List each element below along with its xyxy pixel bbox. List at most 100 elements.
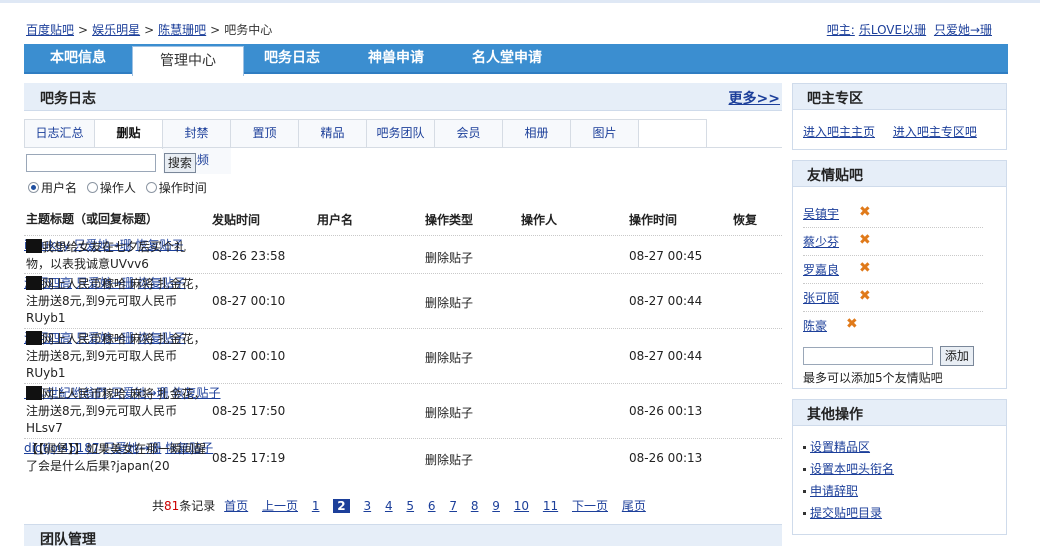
tab-beast-apply[interactable]: 神兽申请 [340,44,452,72]
page-link[interactable]: 7 [449,499,457,513]
top-border [0,0,1040,3]
close-icon[interactable]: ✖ [859,204,871,220]
radio-label: 操作时间 [158,181,207,195]
row-title: 网上人民币稼哈 麻将 扎金花，注册送8元,到9元可取人民币 RUyb1 [26,276,208,327]
search-button[interactable]: 搜索 [163,153,196,173]
set-featured-link[interactable]: 设置精品区 [810,440,870,454]
table-row: 我想给女友在七夕后买个礼物，以表我诚意UVvv6 08-26 23:58 ish… [24,235,782,273]
close-icon[interactable]: ✖ [859,288,871,304]
subtab-summary[interactable]: 日志汇总 [25,120,95,147]
friend-bar-link[interactable]: 罗嘉良 [803,261,839,278]
subtab-images[interactable]: 图片 [571,120,639,147]
owner-label[interactable]: 吧主: [827,23,855,37]
friend-bar-link[interactable]: 陈豪 [803,317,827,334]
tab-admin-log[interactable]: 吧务日志 [244,44,340,72]
friend-bar-link[interactable]: 吴镇宇 [803,205,839,222]
bullet-icon [803,512,806,515]
subtab-albums[interactable]: 相册 [503,120,571,147]
row-post-time: 08-26 23:58 [212,249,286,263]
table-row: 【【碉堡】】如果美女在那一瞬间醒了会是什么后果?japan(20 08-25 1… [24,438,782,478]
radio-username[interactable] [28,182,39,193]
current-page: 2 [333,499,350,513]
first-page-link[interactable]: 首页 [224,499,248,513]
row-post-time: 08-25 17:19 [212,451,286,465]
breadcrumb-separator: > [210,23,221,37]
table-row: 网上人民币稼哈 麻将 扎金花，注册送8元,到9元可取人民币 RUyb1 08-2… [24,328,782,383]
bullet-icon [803,446,806,449]
page-link[interactable]: 11 [543,499,558,513]
page-link[interactable]: 10 [514,499,529,513]
redaction-block [26,239,42,253]
friend-bar-item: 罗嘉良 ✖ [803,256,983,284]
page-link[interactable]: 5 [406,499,414,513]
breadcrumb-link[interactable]: 娱乐明星 [92,23,140,37]
redaction-block [26,276,42,290]
list-item: 提交贴吧目录 [803,502,1006,524]
next-page-link[interactable]: 下一页 [572,499,608,513]
subtab-top[interactable]: 置顶 [231,120,299,147]
col-operator: 操作人 [521,213,558,227]
close-icon[interactable]: ✖ [859,232,871,248]
more-link[interactable]: 更多>> [729,88,780,108]
row-op-type: 删除贴子 [425,351,474,365]
panel-title: 友情贴吧 [793,161,1006,187]
row-op-type: 删除贴子 [425,251,474,265]
subtab-ban[interactable]: 封禁 [163,120,231,147]
friend-bar-link[interactable]: 蔡少芬 [803,233,839,250]
search-input[interactable] [26,154,156,172]
breadcrumb-separator: > [78,23,89,37]
close-icon[interactable]: ✖ [846,316,858,332]
close-icon[interactable]: ✖ [859,260,871,276]
row-post-time: 08-27 00:10 [212,349,286,363]
col-restore: 恢复 [733,213,758,227]
row-op-type: 删除贴子 [425,406,474,420]
radio-operator[interactable] [86,182,98,193]
other-ops-panel: 其他操作 设置精品区 设置本吧头衔名 申请辞职 提交贴吧目录 [792,399,1007,535]
search-type-radios: 用户名 操作人 操作时间 [28,179,213,196]
col-post-time: 发贴时间 [212,213,261,227]
friend-bar-item: 吴镇宇 ✖ [803,200,983,228]
friend-bar-hint: 最多可以添加5个友情贴吧 [803,371,943,385]
page-link[interactable]: 9 [492,499,500,513]
panel-title: 吧务日志 [40,91,96,107]
owner-link[interactable]: 只爱她→珊 [934,23,992,37]
subtab-delete[interactable]: 删贴 [95,120,163,149]
breadcrumb-link[interactable]: 百度贴吧 [26,23,74,37]
breadcrumb-link[interactable]: 陈慧珊吧 [158,23,206,37]
owner-zone-link[interactable]: 进入吧主专区吧 [893,125,977,139]
owner-link[interactable]: 乐LOVE以珊 [859,23,926,37]
tab-hall-of-fame-apply[interactable]: 名人堂申请 [452,44,562,72]
submit-directory-link[interactable]: 提交贴吧目录 [810,506,882,520]
set-title-name-link[interactable]: 设置本吧头衔名 [810,462,894,476]
row-title: 我想给女友在七夕后买个礼物，以表我诚意UVvv6 [26,239,208,273]
resign-link[interactable]: 申请辞职 [810,484,858,498]
subtab-members[interactable]: 会员 [435,120,503,147]
page-link[interactable]: 8 [471,499,479,513]
page-link[interactable]: 4 [385,499,393,513]
prev-page-link[interactable]: 上一页 [262,499,298,513]
main-nav: 本吧信息 管理中心 吧务日志 神兽申请 名人堂申请 [24,44,1008,76]
subtab-featured[interactable]: 精品 [299,120,367,147]
friend-bar-item: 蔡少芬 ✖ [803,228,983,256]
row-title-text: 网上人民币稼哈 麻将 扎金花，注册送8元,到9元可取人民币 HLsv7 [26,387,206,435]
bullet-icon [803,490,806,493]
row-title: 网上人民币稼哈 麻将 扎金花，注册送8元,到9元可取人民币 RUyb1 [26,331,208,382]
col-title: 主题标题（或回复标题） [26,212,159,226]
last-page-link[interactable]: 尾页 [622,499,646,513]
tab-bar-info[interactable]: 本吧信息 [24,44,132,72]
friend-bar-link[interactable]: 张可颐 [803,289,839,306]
page-link[interactable]: 1 [312,499,320,513]
panel-title: 其他操作 [793,400,1006,426]
owner-zone-links: 进入吧主主页 进入吧主专区吧 [793,110,1006,140]
redaction-block [26,331,42,345]
add-button[interactable]: 添加 [939,346,974,366]
row-title-text: 我想给女友在七夕后买个礼物，以表我诚意UVvv6 [26,240,187,271]
subtab-team[interactable]: 吧务团队 [367,120,435,147]
friend-bar-input[interactable] [803,347,933,365]
tab-admin-center[interactable]: 管理中心 [132,46,244,76]
owner-home-link[interactable]: 进入吧主主页 [803,125,875,139]
log-subtabs: 日志汇总 删贴 封禁 置顶 精品 吧务团队 会员 相册 图片 视频 [24,119,707,174]
page-link[interactable]: 6 [428,499,436,513]
page-link[interactable]: 3 [363,499,371,513]
radio-op-time[interactable] [145,182,157,193]
